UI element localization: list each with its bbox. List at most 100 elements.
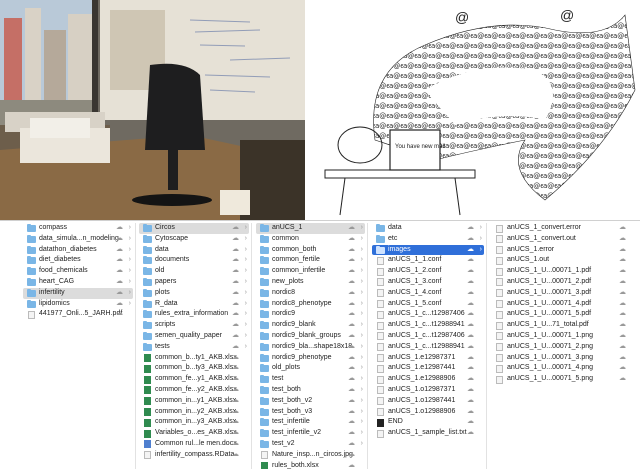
cloud-download-icon[interactable]: ☁ xyxy=(348,255,355,266)
file-item[interactable]: anUCS_1_convert.error ☁ xyxy=(491,223,636,234)
cloud-download-icon[interactable]: ☁ xyxy=(467,428,474,439)
folder-item[interactable]: nordic9_blank_groups ☁ › xyxy=(256,331,365,342)
folder-item[interactable]: rules_extra_information ☁ › xyxy=(139,309,249,320)
file-item[interactable]: anUCS_1_U...00071_5.pdf ☁ xyxy=(491,309,636,320)
folder-item[interactable]: new_plots ☁ › xyxy=(256,277,365,288)
cloud-download-icon[interactable]: ☁ xyxy=(348,288,355,299)
folder-item[interactable]: nordic9_bla...shape18x18 ☁ › xyxy=(256,342,365,353)
folder-item[interactable]: old_plots ☁ › xyxy=(256,363,365,374)
cloud-download-icon[interactable]: ☁ xyxy=(467,374,474,385)
cloud-download-icon[interactable]: ☁ xyxy=(467,309,474,320)
cloud-download-icon[interactable]: ☁ xyxy=(619,353,626,364)
cloud-download-icon[interactable]: ☁ xyxy=(232,288,239,299)
cloud-download-icon[interactable]: ☁ xyxy=(348,245,355,256)
file-item[interactable]: Nature_insp...n_circos.jpg ☁ xyxy=(256,450,365,461)
cloud-download-icon[interactable]: ☁ xyxy=(232,331,239,342)
folder-item[interactable]: plots ☁ › xyxy=(139,288,249,299)
cloud-download-icon[interactable]: ☁ xyxy=(232,234,239,245)
file-item[interactable]: anUCS_1_c...t12987406 ☁ xyxy=(372,331,484,342)
cloud-download-icon[interactable]: ☁ xyxy=(232,223,239,234)
cloud-download-icon[interactable]: ☁ xyxy=(467,245,474,256)
cloud-download-icon[interactable]: ☁ xyxy=(348,396,355,407)
cloud-download-icon[interactable]: ☁ xyxy=(116,234,123,245)
cloud-download-icon[interactable]: ☁ xyxy=(348,234,355,245)
cloud-download-icon[interactable]: ☁ xyxy=(619,288,626,299)
file-item[interactable]: anUCS_1_sample_list.txt ☁ xyxy=(372,428,484,439)
cloud-download-icon[interactable]: ☁ xyxy=(232,309,239,320)
file-item[interactable]: anUCS_1_4.conf ☁ xyxy=(372,288,484,299)
folder-item[interactable]: test_infertile_v2 ☁ › xyxy=(256,428,365,439)
cloud-download-icon[interactable]: ☁ xyxy=(467,223,474,234)
cloud-download-icon[interactable]: ☁ xyxy=(348,439,355,450)
cloud-download-icon[interactable]: ☁ xyxy=(619,342,626,353)
cloud-download-icon[interactable]: ☁ xyxy=(232,396,239,407)
file-item[interactable]: anUCS_1.e12988906 ☁ xyxy=(372,374,484,385)
cloud-download-icon[interactable]: ☁ xyxy=(348,407,355,418)
cloud-download-icon[interactable]: ☁ xyxy=(232,417,239,428)
file-item[interactable]: anUCS_1_U...00071_1.png ☁ xyxy=(491,331,636,342)
cloud-download-icon[interactable]: ☁ xyxy=(232,428,239,439)
cloud-download-icon[interactable]: ☁ xyxy=(116,245,123,256)
cloud-download-icon[interactable]: ☁ xyxy=(232,255,239,266)
cloud-download-icon[interactable]: ☁ xyxy=(467,255,474,266)
file-item[interactable]: anUCS_1_c...t12988941 ☁ xyxy=(372,320,484,331)
cloud-download-icon[interactable]: ☁ xyxy=(467,353,474,364)
cloud-download-icon[interactable]: ☁ xyxy=(467,234,474,245)
folder-item[interactable]: images ☁ › xyxy=(372,244,484,256)
cloud-download-icon[interactable]: ☁ xyxy=(232,277,239,288)
file-item[interactable]: anUCS_1_U...00071_1.pdf ☁ xyxy=(491,266,636,277)
cloud-download-icon[interactable]: ☁ xyxy=(348,266,355,277)
cloud-download-icon[interactable]: ☁ xyxy=(467,363,474,374)
cloud-download-icon[interactable]: ☁ xyxy=(619,331,626,342)
cloud-download-icon[interactable]: ☁ xyxy=(619,223,626,234)
cloud-download-icon[interactable]: ☁ xyxy=(232,439,239,450)
cloud-download-icon[interactable]: ☁ xyxy=(116,299,123,310)
cloud-download-icon[interactable]: ☁ xyxy=(467,266,474,277)
cloud-download-icon[interactable]: ☁ xyxy=(232,299,239,310)
cloud-download-icon[interactable]: ☁ xyxy=(348,277,355,288)
file-item[interactable]: anUCS_1_U...00071_2.pdf ☁ xyxy=(491,277,636,288)
folder-item[interactable]: test ☁ › xyxy=(256,374,365,385)
cloud-download-icon[interactable]: ☁ xyxy=(619,299,626,310)
cloud-download-icon[interactable]: ☁ xyxy=(232,320,239,331)
cloud-download-icon[interactable]: ☁ xyxy=(348,450,355,461)
cloud-download-icon[interactable]: ☁ xyxy=(232,342,239,353)
folder-item[interactable]: papers ☁ › xyxy=(139,277,249,288)
cloud-download-icon[interactable]: ☁ xyxy=(619,255,626,266)
cloud-download-icon[interactable]: ☁ xyxy=(619,277,626,288)
cloud-download-icon[interactable]: ☁ xyxy=(619,309,626,320)
cloud-download-icon[interactable]: ☁ xyxy=(232,266,239,277)
folder-item[interactable]: data ☁ › xyxy=(139,245,249,256)
cloud-download-icon[interactable]: ☁ xyxy=(467,288,474,299)
file-item[interactable]: anUCS_1_U...00071_4.png ☁ xyxy=(491,363,636,374)
folder-item[interactable]: food_chemicals ☁ › xyxy=(23,266,133,277)
file-item[interactable]: anUCS_1_c...t12987406 ☁ xyxy=(372,309,484,320)
folder-item[interactable]: etc ☁ › xyxy=(372,234,484,245)
file-item[interactable]: anUCS_1_convert.out ☁ xyxy=(491,234,636,245)
file-item[interactable]: common_b...ty1_AKB.xlsx ☁ xyxy=(139,353,249,364)
cloud-download-icon[interactable]: ☁ xyxy=(619,320,626,331)
folder-item[interactable]: heart_CAG ☁ › xyxy=(23,277,133,288)
file-item[interactable]: anUCS_1_c...t12988941 ☁ xyxy=(372,342,484,353)
cloud-download-icon[interactable]: ☁ xyxy=(619,374,626,385)
folder-item[interactable]: infertility ☁ › xyxy=(23,287,133,299)
folder-item[interactable]: common_both ☁ › xyxy=(256,245,365,256)
cloud-download-icon[interactable]: ☁ xyxy=(467,320,474,331)
file-item[interactable]: anUCS_1_U...00071_3.png ☁ xyxy=(491,353,636,364)
folder-item[interactable]: compass ☁ › xyxy=(23,223,133,234)
file-item[interactable]: anUCS_1.o12988906 ☁ xyxy=(372,407,484,418)
cloud-download-icon[interactable]: ☁ xyxy=(619,245,626,256)
folder-item[interactable]: anUCS_1 ☁ › xyxy=(256,223,365,234)
cloud-download-icon[interactable]: ☁ xyxy=(348,342,355,353)
cloud-download-icon[interactable]: ☁ xyxy=(467,277,474,288)
cloud-download-icon[interactable]: ☁ xyxy=(348,374,355,385)
file-item[interactable]: anUCS_1_U...00071_5.png ☁ xyxy=(491,374,636,385)
cloud-download-icon[interactable]: ☁ xyxy=(348,223,355,234)
cloud-download-icon[interactable]: ☁ xyxy=(348,309,355,320)
file-item[interactable]: anUCS_1.error ☁ xyxy=(491,245,636,256)
cloud-download-icon[interactable]: ☁ xyxy=(467,407,474,418)
folder-item[interactable]: diet_diabetes ☁ › xyxy=(23,255,133,266)
file-item[interactable]: anUCS_1_3.conf ☁ xyxy=(372,277,484,288)
folder-item[interactable]: test_both ☁ › xyxy=(256,385,365,396)
file-item[interactable]: anUCS_1_1.conf ☁ xyxy=(372,255,484,266)
